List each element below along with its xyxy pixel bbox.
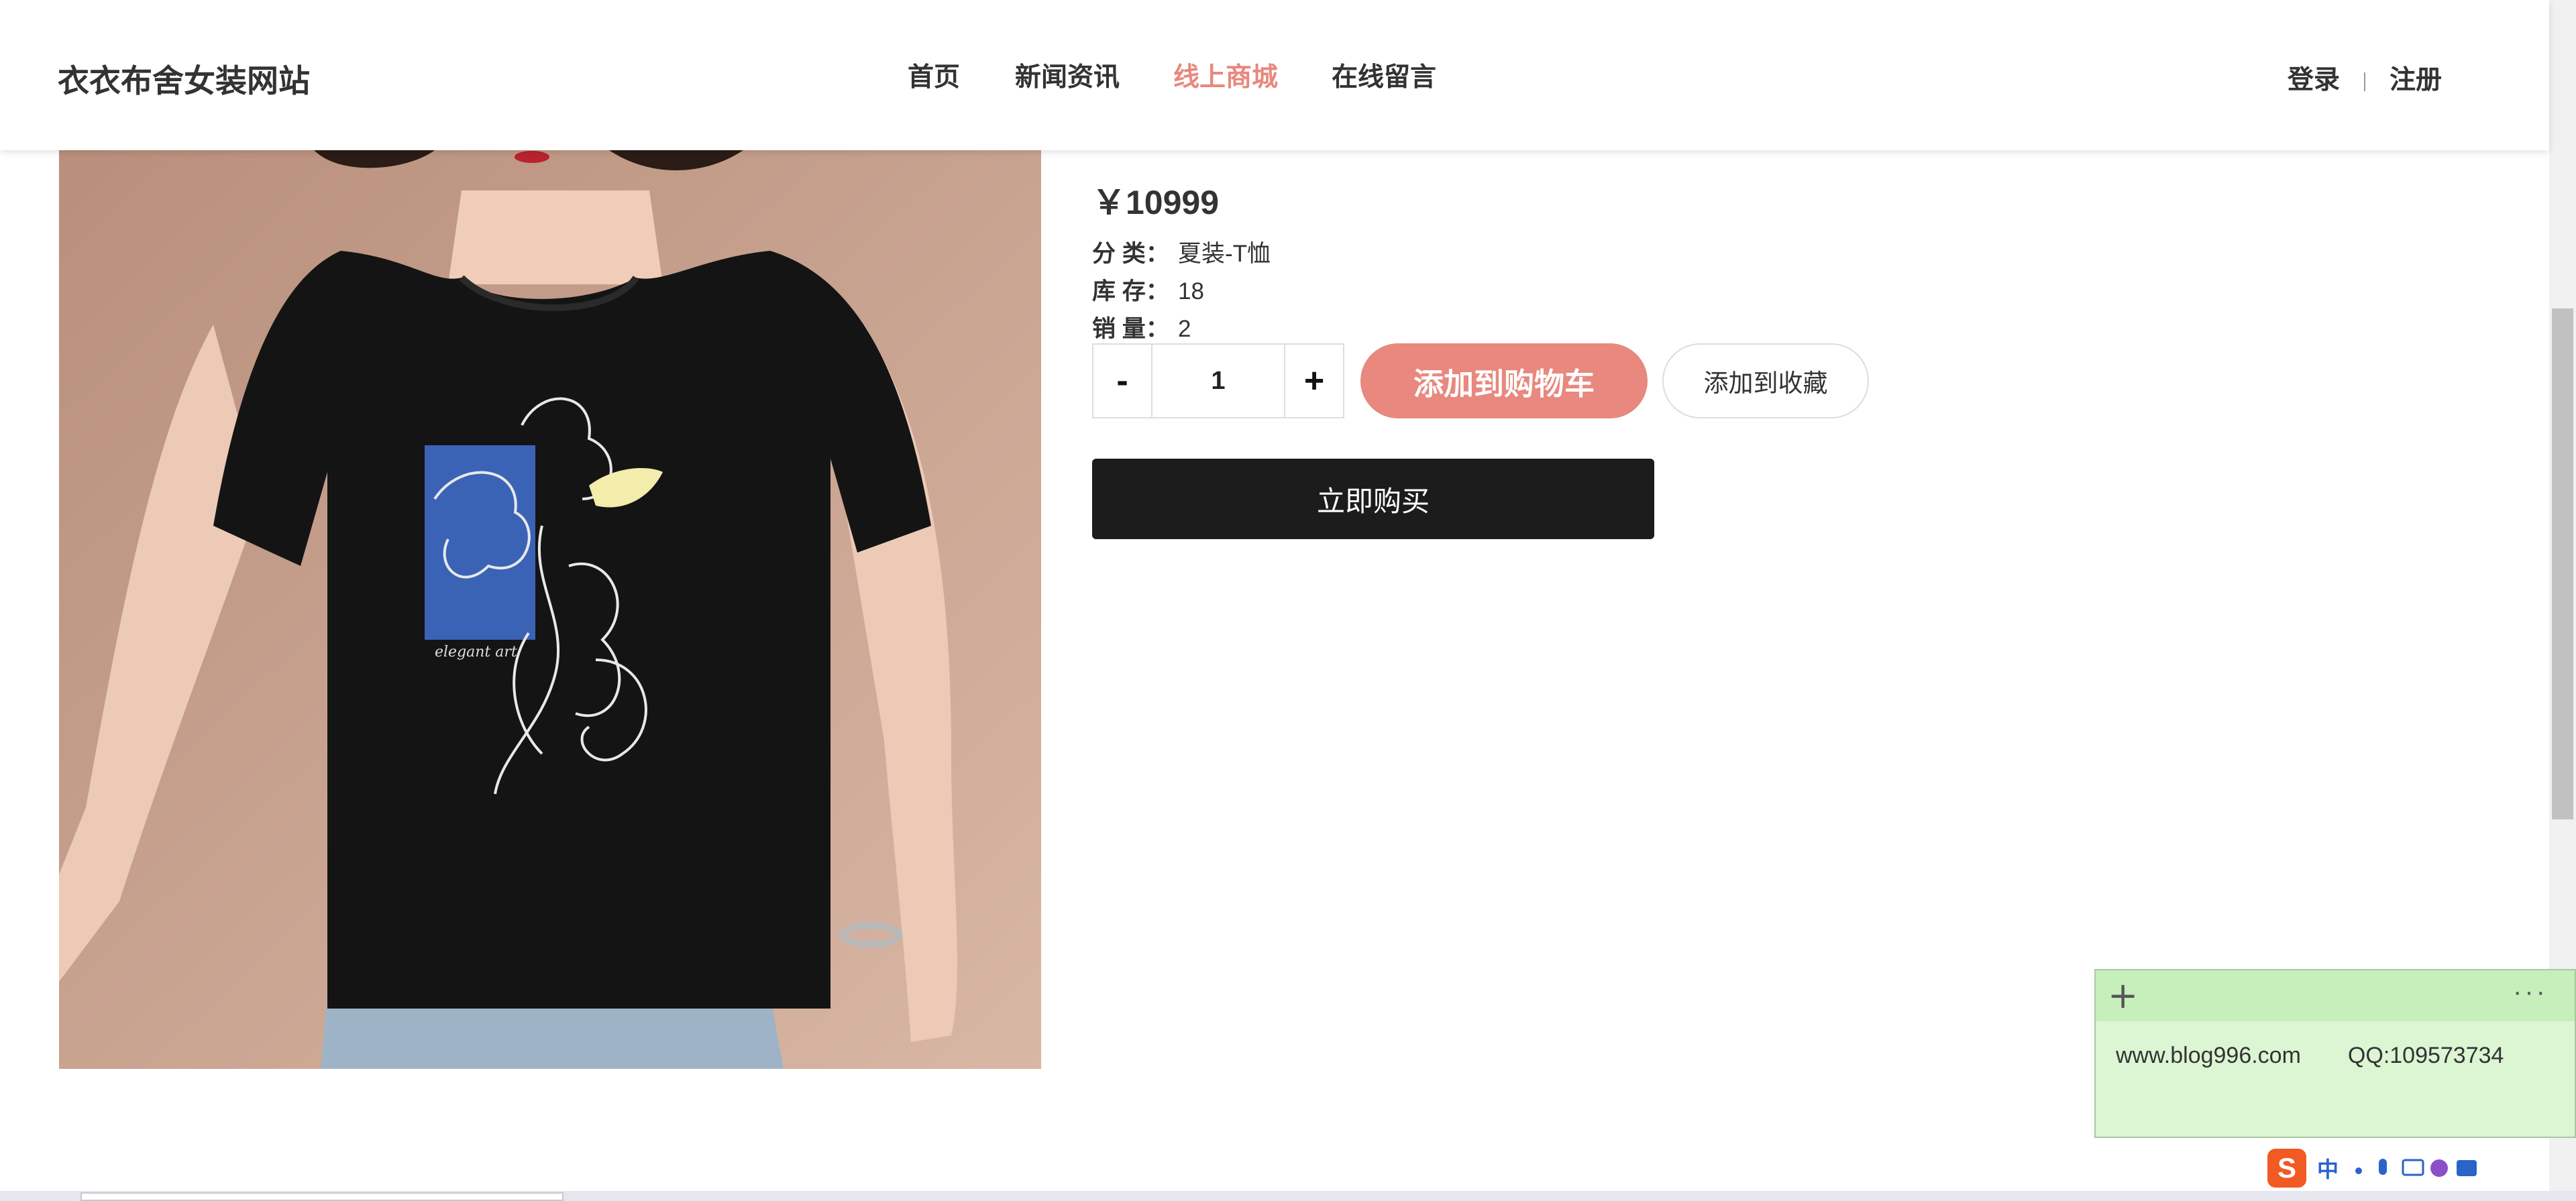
add-to-favorites-button[interactable]: 添加到收藏 <box>1662 343 1869 418</box>
sales-label: 销 量： <box>1092 316 1169 342</box>
add-note-icon[interactable]: + <box>2108 974 2138 1017</box>
add-to-cart-button[interactable]: 添加到购物车 <box>1360 343 1648 418</box>
category-value: 夏装-T恤 <box>1178 241 1271 267</box>
auth-links: 登录 注册 <box>2288 59 2442 97</box>
quantity-stepper: - 1 + <box>1092 343 1344 418</box>
sticky-note-text[interactable]: www.blog996.com QQ:109573734 <box>2116 1043 2504 1069</box>
bottom-window-tab[interactable] <box>80 1192 564 1201</box>
quantity-input[interactable]: 1 <box>1151 345 1285 417</box>
product-price: ￥10999 <box>1092 184 1220 221</box>
register-link[interactable]: 注册 <box>2390 66 2442 95</box>
nav-item-shop[interactable]: 线上商城 <box>1173 56 1278 94</box>
product-stock-row: 库 存： 18 <box>1092 272 1204 306</box>
sogou-ime-icon[interactable]: S <box>2267 1149 2306 1188</box>
ime-tool-icons[interactable] <box>2349 1155 2483 1182</box>
quantity-decrease-button[interactable]: - <box>1093 345 1151 417</box>
note-qq-text: QQ:109573734 <box>2347 1043 2504 1068</box>
scrollbar-thumb[interactable] <box>2552 308 2573 819</box>
note-url-text: www.blog996.com <box>2116 1043 2301 1068</box>
ime-mode-chinese[interactable]: 中 <box>2317 1153 2339 1184</box>
sales-value: 2 <box>1178 316 1191 342</box>
shirt-print-text: elegant art <box>435 644 517 661</box>
nav-item-news[interactable]: 新闻资讯 <box>1015 56 1120 94</box>
stock-label: 库 存： <box>1092 278 1169 304</box>
category-label: 分 类： <box>1092 241 1169 267</box>
auth-divider <box>2364 72 2366 91</box>
nav-item-message[interactable]: 在线留言 <box>1332 56 1436 94</box>
product-sales-row: 销 量： 2 <box>1092 310 1191 344</box>
stock-value: 18 <box>1178 278 1204 304</box>
ime-toolbar: S 中 <box>2267 1148 2483 1188</box>
sticky-note[interactable]: + ··· www.blog996.com QQ:109573734 <box>2094 969 2576 1138</box>
product-category-row: 分 类： 夏装-T恤 <box>1092 235 1271 269</box>
nav-item-home[interactable]: 首页 <box>908 56 960 94</box>
product-photo-illustration: elegant art <box>59 150 1041 1069</box>
sticky-note-toolbar: + ··· <box>2096 970 2575 1021</box>
product-image: elegant art <box>59 150 1041 1069</box>
more-options-icon[interactable]: ··· <box>2513 977 2548 1007</box>
quantity-increase-button[interactable]: + <box>1285 345 1343 417</box>
login-link[interactable]: 登录 <box>2288 66 2340 95</box>
site-logo[interactable]: 衣衣布舍女装网站 <box>58 55 310 101</box>
site-header: 衣衣布舍女装网站 首页 新闻资讯 线上商城 在线留言 登录 注册 <box>0 0 2549 150</box>
buy-now-button[interactable]: 立即购买 <box>1092 459 1654 539</box>
